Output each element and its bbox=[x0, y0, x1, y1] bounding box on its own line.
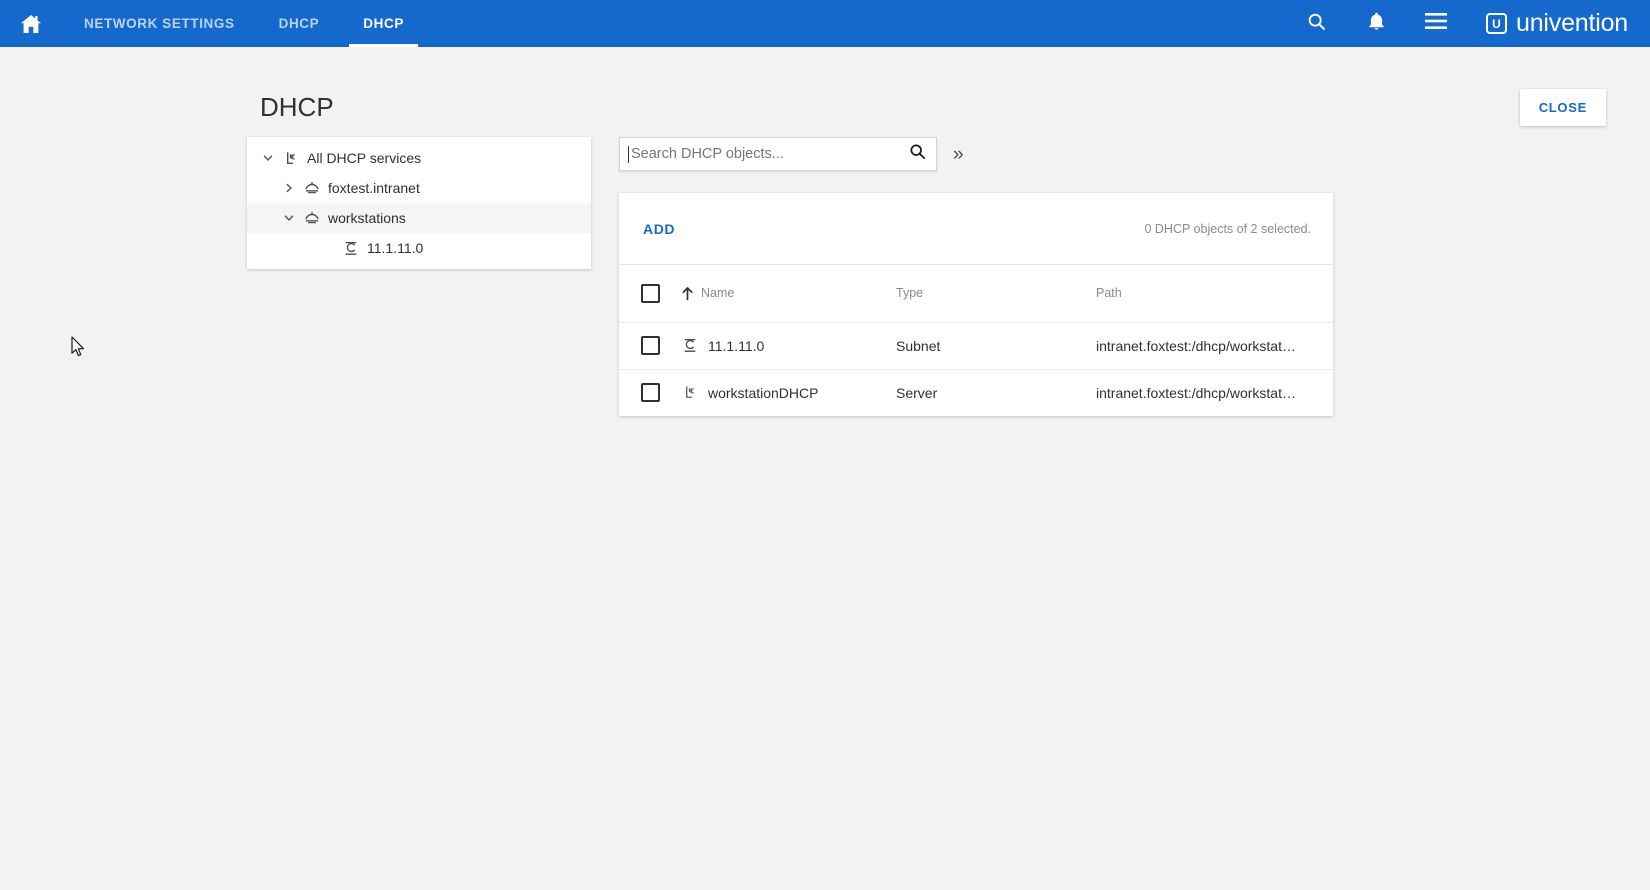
tree-item-label: foxtest.intranet bbox=[328, 180, 420, 196]
sort-ascending-icon bbox=[681, 286, 694, 301]
appbar-actions: U univention bbox=[1296, 0, 1650, 47]
content-area: All DHCP services foxtest.intranet works… bbox=[0, 137, 1650, 416]
univention-mark-icon: U bbox=[1486, 13, 1508, 34]
row-name-cell: workstationDHCP bbox=[681, 369, 896, 416]
brand-mark-letter: U bbox=[1492, 16, 1501, 31]
select-all-checkbox[interactable] bbox=[641, 283, 660, 303]
chevron-down-icon[interactable] bbox=[257, 152, 279, 164]
dhcp-objects-grid: ADD 0 DHCP objects of 2 selected. Name T… bbox=[619, 193, 1333, 416]
tree-item-workstations[interactable]: workstations bbox=[247, 203, 591, 233]
page-title: DHCP bbox=[260, 91, 334, 122]
row-type-cell: Server bbox=[896, 384, 938, 401]
column-header-type[interactable]: Type bbox=[896, 265, 1096, 322]
column-header-label: Type bbox=[896, 286, 924, 301]
chevron-down-icon[interactable] bbox=[278, 212, 300, 224]
tree-item-label: workstations bbox=[328, 210, 406, 226]
tree-item-all-dhcp-services[interactable]: All DHCP services bbox=[247, 143, 591, 173]
nav-tabs: NETWORK SETTINGS DHCP DHCP bbox=[62, 0, 426, 47]
search-submit-button[interactable] bbox=[898, 138, 936, 170]
menu-button[interactable] bbox=[1416, 4, 1456, 44]
search-row: » bbox=[619, 137, 1333, 171]
tree-item-label: All DHCP services bbox=[307, 150, 422, 166]
appbar-spacer bbox=[426, 0, 1296, 47]
table-row[interactable]: 11.1.11.0 Subnet intranet.foxtest:/dhcp/… bbox=[619, 322, 1333, 369]
brand-name: univention bbox=[1516, 9, 1628, 37]
right-column: » ADD 0 DHCP objects of 2 selected. bbox=[619, 137, 1333, 416]
grid-head: Name Type Path bbox=[619, 265, 1333, 322]
row-name-cell: 11.1.11.0 bbox=[681, 322, 896, 369]
row-path-cell: intranet.foxtest:/dhcp/workstat… bbox=[1096, 322, 1333, 369]
bell-icon bbox=[1366, 10, 1387, 37]
grid-header-row: Name Type Path bbox=[619, 265, 1333, 322]
grid-status-text: 0 DHCP objects of 2 selected. bbox=[1144, 221, 1311, 236]
nav-tab-label: DHCP bbox=[278, 16, 320, 31]
dhcp-server-icon bbox=[300, 211, 324, 225]
grid-table: Name Type Path 11.1.11.0 Subnet intranet… bbox=[619, 265, 1333, 416]
page-body: DHCP CLOSE All DHCP services foxtest.int… bbox=[0, 47, 1650, 890]
tree-item-foxtest-intranet[interactable]: foxtest.intranet bbox=[247, 173, 591, 203]
home-icon bbox=[18, 12, 44, 36]
nav-tab-dhcp-2[interactable]: DHCP bbox=[341, 0, 426, 47]
column-header-label: Name bbox=[701, 286, 735, 301]
search-icon bbox=[908, 142, 927, 166]
brand-logo: U univention bbox=[1476, 9, 1636, 38]
select-all-cell bbox=[619, 265, 681, 322]
column-header-name[interactable]: Name bbox=[681, 265, 896, 322]
row-path-label: intranet.foxtest:/dhcp/workstat… bbox=[1096, 384, 1296, 401]
row-select-cell bbox=[619, 369, 681, 416]
column-header-path[interactable]: Path bbox=[1096, 265, 1333, 322]
tree-item-label: 11.1.11.0 bbox=[367, 240, 424, 256]
row-name-label: workstationDHCP bbox=[708, 384, 819, 401]
dhcp-service-icon bbox=[279, 151, 303, 166]
search-box[interactable] bbox=[619, 137, 937, 171]
double-chevron-right-icon[interactable]: » bbox=[949, 143, 968, 166]
row-type-cell: Subnet bbox=[896, 337, 941, 354]
page-header: DHCP CLOSE bbox=[0, 47, 1650, 137]
dhcp-server-icon bbox=[300, 181, 324, 195]
row-path-cell: intranet.foxtest:/dhcp/workstat… bbox=[1096, 369, 1333, 416]
appbar-search-button[interactable] bbox=[1296, 4, 1336, 44]
top-app-bar: NETWORK SETTINGS DHCP DHCP U univention bbox=[0, 0, 1650, 47]
row-select-cell bbox=[619, 322, 681, 369]
grid-toolbar: ADD 0 DHCP objects of 2 selected. bbox=[619, 193, 1333, 265]
row-checkbox[interactable] bbox=[641, 336, 660, 355]
search-icon bbox=[1306, 11, 1327, 37]
nav-tab-network-settings[interactable]: NETWORK SETTINGS bbox=[62, 0, 257, 47]
notifications-button[interactable] bbox=[1356, 4, 1396, 44]
chevron-right-icon[interactable] bbox=[278, 182, 300, 194]
row-path-label: intranet.foxtest:/dhcp/workstat… bbox=[1096, 337, 1296, 354]
dhcp-service-icon bbox=[681, 385, 699, 400]
tree-item-subnet-11-1-11-0[interactable]: 11.1.11.0 bbox=[247, 233, 591, 263]
search-input[interactable] bbox=[629, 146, 898, 162]
nav-tab-label: DHCP bbox=[363, 16, 404, 31]
row-checkbox[interactable] bbox=[641, 383, 660, 403]
row-name-label: 11.1.11.0 bbox=[708, 337, 765, 354]
column-header-label: Path bbox=[1096, 286, 1122, 301]
nav-tab-label: NETWORK SETTINGS bbox=[84, 16, 235, 31]
dhcp-tree: All DHCP services foxtest.intranet works… bbox=[247, 137, 591, 269]
dhcp-subnet-icon bbox=[681, 338, 699, 353]
home-button[interactable] bbox=[0, 0, 62, 47]
table-row[interactable]: workstationDHCP Server intranet.foxtest:… bbox=[619, 369, 1333, 416]
dhcp-subnet-icon bbox=[339, 241, 363, 256]
grid-body: 11.1.11.0 Subnet intranet.foxtest:/dhcp/… bbox=[619, 322, 1333, 416]
add-button[interactable]: ADD bbox=[641, 215, 677, 243]
hamburger-menu-icon bbox=[1424, 12, 1448, 35]
nav-tab-dhcp-1[interactable]: DHCP bbox=[257, 0, 342, 47]
close-button[interactable]: CLOSE bbox=[1519, 88, 1606, 126]
